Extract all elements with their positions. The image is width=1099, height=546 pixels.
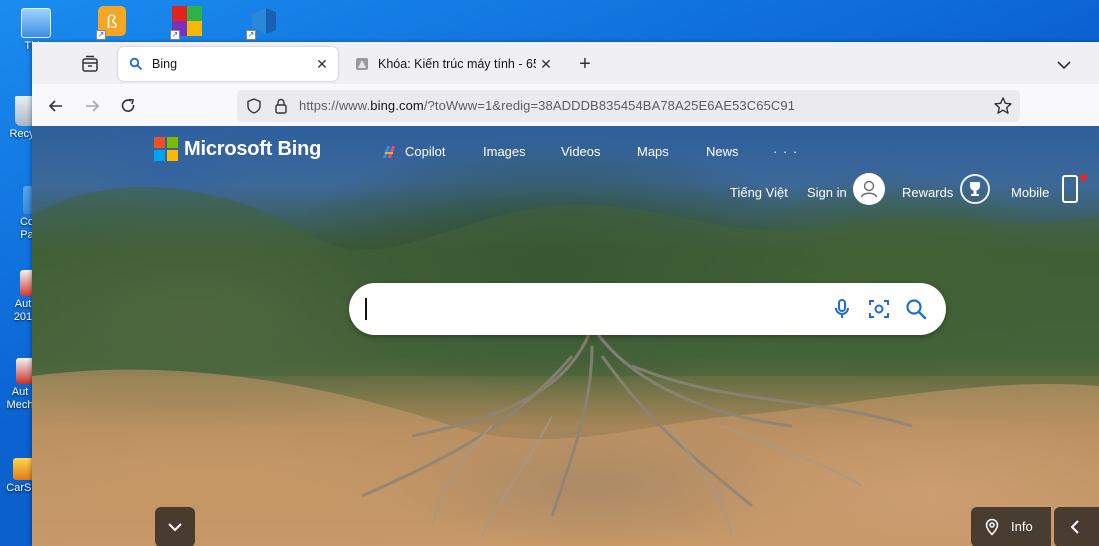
bing-homepage: Microsoft Bing Copilot Images Videos Map… — [32, 126, 1099, 546]
shortcut-arrow-icon: ↗ — [246, 30, 256, 40]
nav-maps[interactable]: Maps — [637, 144, 669, 159]
back-button[interactable] — [43, 93, 69, 119]
previous-image-button[interactable] — [1054, 507, 1099, 546]
chevron-left-icon — [1070, 520, 1079, 534]
list-all-tabs-button[interactable] — [1052, 53, 1076, 77]
navigation-toolbar: https://www.bing.com/?toWww=1&redig=38AD… — [32, 84, 1099, 126]
tab-manager-icon — [82, 55, 98, 72]
back-arrow-icon — [48, 100, 62, 112]
text-caret — [365, 298, 367, 320]
search-box[interactable] — [349, 283, 946, 335]
search-icon — [129, 57, 142, 70]
notification-dot — [1080, 174, 1087, 181]
bookmark-star-icon[interactable] — [993, 96, 1013, 116]
info-label: Info — [1011, 519, 1033, 534]
tab-bing[interactable]: Bing ✕ — [118, 47, 338, 81]
microphone-icon[interactable] — [830, 297, 854, 321]
forward-arrow-icon — [86, 100, 100, 112]
nav-more[interactable]: · · · — [773, 144, 798, 159]
url-text[interactable]: https://www.bing.com/?toWww=1&redig=38AD… — [299, 98, 795, 113]
copilot-icon — [383, 146, 395, 158]
microsoft-bing-logo[interactable]: Microsoft Bing — [154, 136, 321, 162]
new-tab-button[interactable]: + — [573, 53, 597, 77]
search-icon[interactable] — [904, 297, 928, 321]
scroll-down-button[interactable] — [155, 507, 195, 546]
firefox-view-button[interactable] — [78, 52, 102, 76]
svg-text:ß: ß — [107, 12, 118, 32]
reload-button[interactable] — [115, 93, 141, 119]
location-pin-icon — [985, 518, 999, 536]
shield-icon[interactable] — [245, 97, 263, 115]
shortcut-multicolor[interactable]: ↗ — [170, 6, 204, 40]
chevron-down-icon — [1057, 61, 1071, 70]
search-input[interactable] — [365, 297, 815, 321]
brand-name: Microsoft Bing — [184, 137, 322, 160]
chevron-down-icon — [168, 523, 182, 532]
nav-videos[interactable]: Videos — [561, 144, 601, 159]
this-pc-icon — [21, 8, 51, 38]
tab-title: Khóa: Kiến trúc máy tính - 65.CI — [378, 57, 536, 71]
visual-search-icon[interactable] — [867, 297, 891, 321]
browser-window: Bing ✕ Khóa: Kiến trúc máy tính - 65.CI … — [32, 42, 1099, 546]
tab-strip: Bing ✕ Khóa: Kiến trúc máy tính - 65.CI … — [32, 42, 1099, 84]
mobile-phone-icon[interactable] — [1062, 175, 1078, 203]
shortcut-blue[interactable]: ↗ — [246, 6, 280, 40]
reload-icon — [121, 98, 135, 112]
close-tab-icon[interactable]: ✕ — [312, 54, 332, 74]
user-icon — [860, 180, 878, 198]
avatar[interactable] — [853, 173, 885, 205]
sign-in-link[interactable]: Sign in — [807, 185, 847, 200]
url-bar[interactable]: https://www.bing.com/?toWww=1&redig=38AD… — [237, 90, 1020, 122]
rewards-link[interactable]: Rewards — [902, 185, 953, 200]
mobile-link[interactable]: Mobile — [1011, 185, 1049, 200]
close-tab-icon[interactable]: ✕ — [536, 54, 556, 74]
course-favicon-icon — [356, 58, 368, 70]
nav-images[interactable]: Images — [483, 144, 526, 159]
trophy-icon[interactable] — [960, 174, 990, 204]
forward-button[interactable] — [79, 93, 105, 119]
shortcut-orange[interactable]: ß ↗ — [96, 6, 130, 40]
microsoft-logo-icon — [154, 137, 178, 161]
language-link[interactable]: Tiếng Việt — [730, 185, 788, 200]
tab-course[interactable]: Khóa: Kiến trúc máy tính - 65.CI ✕ — [344, 47, 562, 81]
shortcut-arrow-icon: ↗ — [170, 30, 180, 40]
shortcut-arrow-icon: ↗ — [96, 30, 106, 40]
lock-icon[interactable] — [273, 97, 289, 115]
nav-news[interactable]: News — [706, 144, 739, 159]
plus-icon: + — [579, 53, 591, 75]
tab-title: Bing — [152, 57, 178, 71]
info-button[interactable]: Info — [971, 507, 1051, 546]
nav-copilot[interactable]: Copilot — [405, 144, 445, 159]
